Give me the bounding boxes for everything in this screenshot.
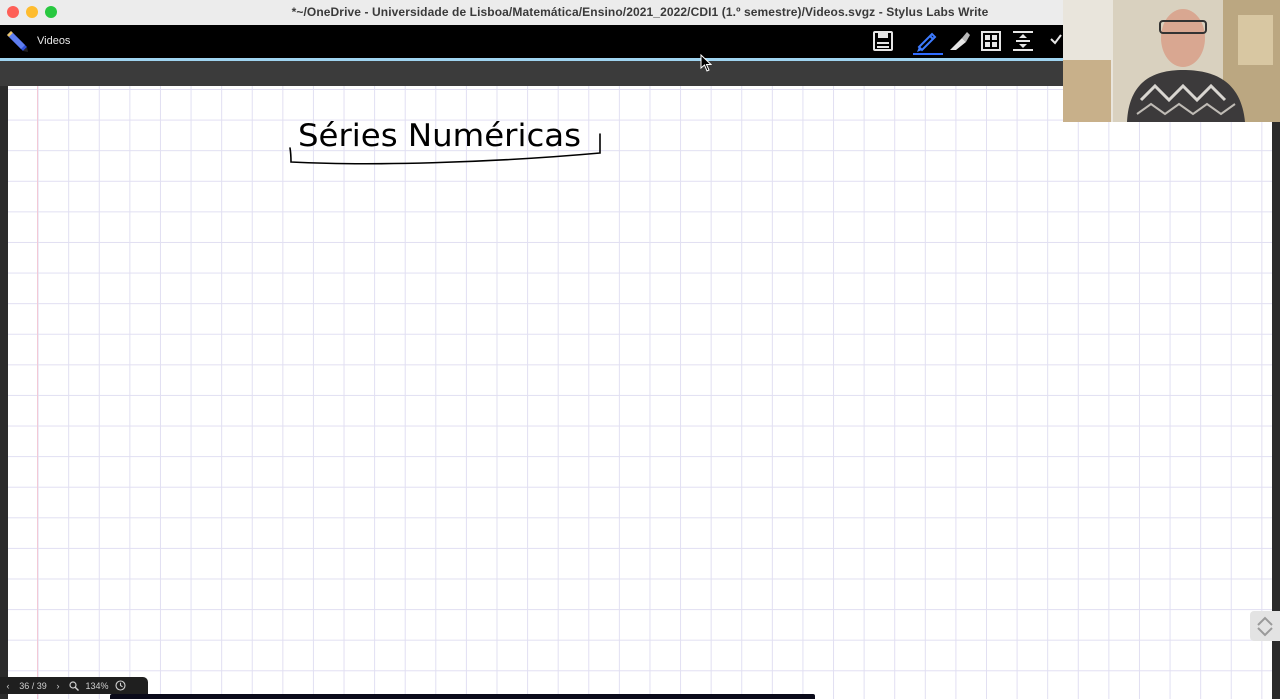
handwritten-title: Séries Numéricas — [289, 118, 601, 165]
active-tool-indicator — [913, 53, 943, 55]
select-grid-icon[interactable] — [979, 29, 1003, 53]
horizontal-scroll-indicator[interactable] — [110, 694, 815, 699]
history-clock-icon[interactable] — [112, 677, 128, 694]
insert-space-icon[interactable] — [1011, 29, 1035, 53]
scroll-arrows-icon — [1257, 616, 1273, 637]
mouse-cursor-icon — [700, 54, 712, 72]
zoom-level[interactable]: 134% — [82, 677, 112, 694]
eraser-icon[interactable] — [947, 29, 971, 53]
page-navigation-bar: ‹ 36 / 39 › 134% — [0, 677, 148, 694]
handwritten-title-text: Séries Numéricas — [298, 118, 581, 154]
presenter-video — [1063, 0, 1280, 122]
webcam-overlay — [1063, 0, 1280, 122]
save-icon[interactable] — [871, 29, 895, 53]
pen-icon[interactable] — [915, 29, 939, 53]
overflow-icon[interactable] — [1049, 29, 1063, 53]
prev-page-button[interactable]: ‹ — [0, 677, 16, 694]
app-toolbar: Videos — [0, 25, 1063, 58]
zoom-icon[interactable] — [66, 677, 82, 694]
page-indicator[interactable]: 36 / 39 — [16, 677, 50, 694]
document-name[interactable]: Videos — [37, 35, 70, 47]
page-margin-line — [37, 86, 38, 699]
scroll-handle[interactable] — [1250, 611, 1280, 641]
writing-page[interactable]: Séries Numéricas — [8, 86, 1272, 699]
next-page-button[interactable]: › — [50, 677, 66, 694]
stylus-labs-logo-icon[interactable] — [5, 29, 29, 53]
document-gutter — [0, 61, 1063, 86]
